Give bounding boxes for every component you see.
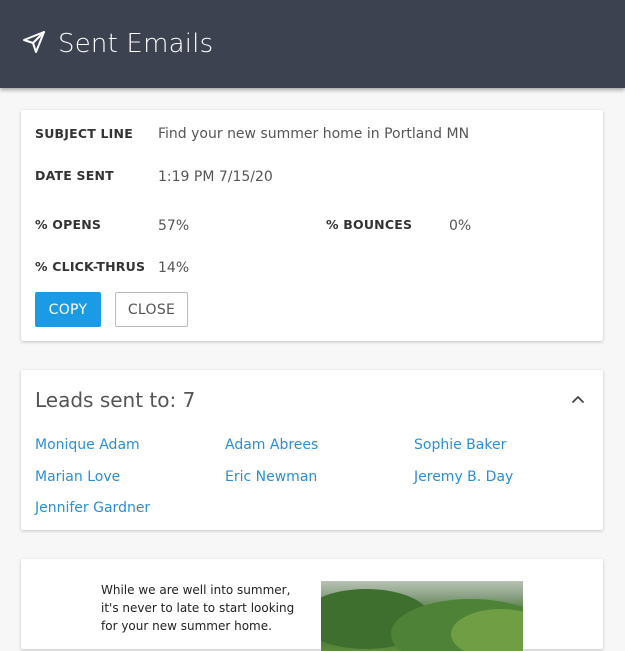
click-thrus-value: 14% (158, 260, 190, 276)
subject-line-value: Find your new summer home in Portland MN (158, 126, 470, 142)
lead-link[interactable]: Jennifer Gardner (35, 500, 150, 516)
email-body-text: While we are well into summer, it's neve… (101, 583, 295, 633)
subject-line-label: SUBJECT LINE (35, 126, 133, 141)
date-sent-value: 1:19 PM 7/15/20 (158, 169, 273, 185)
leads-title: Leads sent to: 7 (35, 388, 196, 412)
lead-link[interactable]: Sophie Baker (414, 437, 506, 453)
click-thrus-label: % CLICK-THRUS (35, 259, 146, 274)
lead-link[interactable]: Monique Adam (35, 437, 140, 453)
date-sent-label: DATE SENT (35, 168, 114, 183)
lead-link[interactable]: Adam Abrees (225, 437, 318, 453)
lead-link[interactable]: Eric Newman (225, 469, 317, 485)
chevron-up-icon[interactable] (571, 392, 585, 406)
lead-link[interactable]: Marian Love (35, 469, 120, 485)
bounces-value: 0% (449, 218, 472, 234)
opens-label: % OPENS (35, 217, 102, 232)
bounces-label: % BOUNCES (326, 217, 413, 232)
page-header: Sent Emails (0, 0, 625, 88)
lead-link[interactable]: Jeremy B. Day (414, 469, 513, 485)
copy-button[interactable]: COPY (35, 292, 101, 327)
leads-card: Leads sent to: 7 Monique Adam Adam Abree… (21, 370, 603, 530)
email-details-card: SUBJECT LINE Find your new summer home i… (21, 110, 603, 341)
opens-value: 57% (158, 218, 190, 234)
page-title: Sent Emails (58, 29, 214, 59)
landscape-image (321, 581, 523, 651)
paper-plane-icon (22, 30, 58, 58)
close-button[interactable]: CLOSE (115, 292, 188, 327)
email-preview-card: While we are well into summer, it's neve… (21, 559, 603, 651)
